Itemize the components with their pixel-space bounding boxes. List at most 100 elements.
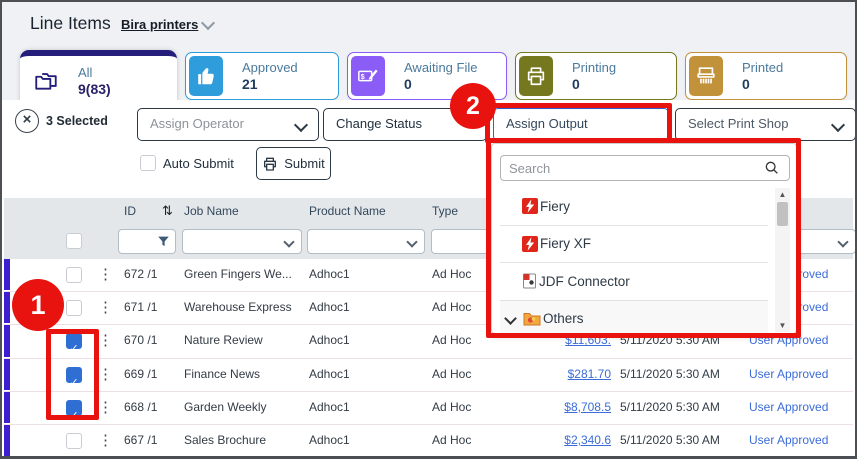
row-checkbox[interactable] [66, 433, 82, 449]
column-header-type: Type [432, 198, 458, 224]
column-header-id: ID [124, 198, 136, 224]
row-checkbox[interactable] [66, 333, 82, 349]
job-name-filter-dropdown[interactable] [182, 229, 302, 254]
fiery-icon [522, 236, 538, 252]
row-menu-icon[interactable]: ⋮ [98, 359, 113, 390]
cell-type: Ad Hoc [432, 325, 471, 356]
scroll-up-icon[interactable]: ▲ [775, 188, 790, 201]
cell-status-link[interactable]: User Approved [749, 425, 828, 456]
titlebar: Line Items Bira printers [2, 2, 855, 46]
list-item-label: JDF Connector [539, 274, 630, 289]
cell-amount-link[interactable]: $2,340.6 [504, 425, 611, 456]
chevron-down-icon [837, 236, 848, 247]
close-icon: × [23, 111, 32, 128]
table-row[interactable]: ⋮ 669 /1 Finance News Adhoc1 Ad Hoc $281… [4, 359, 853, 392]
assign-operator-placeholder: Assign Operator [150, 116, 244, 131]
tab-label: Printing [572, 60, 616, 75]
list-item-fiery[interactable]: Fiery [500, 188, 768, 225]
cell-product-name: Adhoc1 [309, 359, 350, 390]
cell-date: 5/11/2020 5:30 AM [620, 359, 720, 390]
cell-status-link[interactable]: User Approved [749, 359, 828, 390]
change-status-value: Change Status [336, 116, 422, 131]
row-menu-icon[interactable]: ⋮ [98, 325, 113, 356]
assign-output-value: Assign Output [506, 116, 588, 131]
list-group-others[interactable]: Others [500, 300, 768, 338]
printer-selector-link[interactable]: Bira printers [121, 17, 198, 32]
tab-count: 0 [404, 76, 412, 92]
id-filter[interactable] [118, 229, 176, 254]
printer-icon [519, 56, 553, 96]
table-row[interactable]: ⋮ 667 /1 Sales Brochure Adhoc1 Ad Hoc $2… [4, 425, 853, 458]
cell-job-name: Garden Weekly [184, 392, 266, 423]
table-row[interactable]: ⋮ 668 /1 Garden Weekly Adhoc1 Ad Hoc $8,… [4, 392, 853, 425]
auto-submit-checkbox[interactable]: Auto Submit [140, 155, 234, 171]
cell-job-name: Warehouse Express [184, 292, 292, 323]
sort-icon[interactable]: ⇅ [162, 198, 173, 224]
assign-operator-dropdown[interactable]: Assign Operator [137, 108, 319, 141]
cell-product-name: Adhoc1 [309, 425, 350, 456]
auto-submit-label: Auto Submit [163, 156, 234, 171]
clear-selection-button[interactable]: × [15, 109, 39, 133]
cell-type: Ad Hoc [432, 425, 471, 456]
cell-amount-link[interactable]: $8,708.5 [504, 392, 611, 423]
tab-label: Approved [242, 60, 298, 75]
list-item-label: Others [543, 311, 584, 326]
assign-output-dropdown[interactable]: Assign Output [493, 108, 669, 141]
scrollbar-thumb[interactable] [777, 202, 788, 226]
others-folder-icon [523, 311, 541, 326]
change-status-dropdown[interactable]: Change Status [323, 108, 487, 141]
row-menu-icon[interactable]: ⋮ [98, 259, 113, 290]
cell-status-link[interactable]: User Approved [749, 392, 828, 423]
select-all-checkbox[interactable] [66, 233, 82, 249]
row-menu-icon[interactable]: ⋮ [98, 392, 113, 423]
search-input[interactable] [500, 155, 790, 181]
tab-printed[interactable]: Printed 0 [685, 52, 847, 100]
cell-product-name: Adhoc1 [309, 259, 350, 290]
row-checkbox[interactable] [66, 367, 82, 383]
tab-count: 21 [242, 76, 258, 92]
scroll-down-icon[interactable]: ▼ [775, 319, 790, 332]
cell-id: 669 /1 [124, 359, 157, 390]
cell-id: 672 /1 [124, 259, 157, 290]
chevron-down-icon [831, 118, 845, 132]
submit-label: Submit [284, 156, 324, 171]
product-name-filter-dropdown[interactable] [307, 229, 425, 254]
cell-id: 668 /1 [124, 392, 157, 423]
cell-id: 667 /1 [124, 425, 157, 456]
row-checkbox[interactable] [66, 300, 82, 316]
chevron-down-icon[interactable] [201, 16, 215, 30]
tab-printing[interactable]: Printing 0 [515, 52, 677, 100]
row-menu-icon[interactable]: ⋮ [98, 425, 113, 456]
tab-approved[interactable]: Approved 21 [185, 52, 339, 100]
filter-funnel-icon[interactable] [156, 234, 171, 249]
cell-job-name: Green Fingers We... [184, 259, 292, 290]
cell-type: Ad Hoc [432, 292, 471, 323]
cell-job-name: Nature Review [184, 325, 263, 356]
tab-label: Printed [742, 60, 783, 75]
cell-amount-link[interactable]: $281.70 [504, 359, 611, 390]
chevron-down-icon[interactable] [504, 312, 517, 325]
selected-count: 3 Selected [46, 114, 108, 128]
output-device-list: Fiery Fiery XF JDF Connector Others [500, 188, 768, 337]
row-checkbox[interactable] [66, 267, 82, 283]
row-checkbox[interactable] [66, 400, 82, 416]
id-filter-input[interactable] [121, 231, 159, 247]
submit-button[interactable]: Submit [256, 147, 331, 180]
row-menu-icon[interactable]: ⋮ [98, 292, 113, 323]
column-header-job-name: Job Name [184, 198, 239, 224]
checkbox[interactable] [140, 155, 156, 171]
select-print-shop-dropdown[interactable]: Select Print Shop [675, 108, 856, 141]
tab-count: 9(83) [78, 81, 111, 97]
list-item-label: Fiery [540, 199, 570, 214]
cell-date: 5/11/2020 5:30 AM [620, 425, 720, 456]
scrollbar[interactable]: ▲ ▼ [775, 188, 790, 332]
folders-icon [26, 59, 66, 100]
tab-all[interactable]: All 9(83) [20, 50, 177, 103]
jdf-connector-icon [522, 273, 537, 289]
chevron-down-icon [406, 236, 417, 247]
tab-awaiting-file[interactable]: $ Awaiting File 0 [347, 52, 507, 100]
list-item-jdf-connector[interactable]: JDF Connector [500, 262, 768, 300]
cell-product-name: Adhoc1 [309, 392, 350, 423]
list-item-fiery-xf[interactable]: Fiery XF [500, 225, 768, 263]
chevron-down-icon [294, 118, 308, 132]
